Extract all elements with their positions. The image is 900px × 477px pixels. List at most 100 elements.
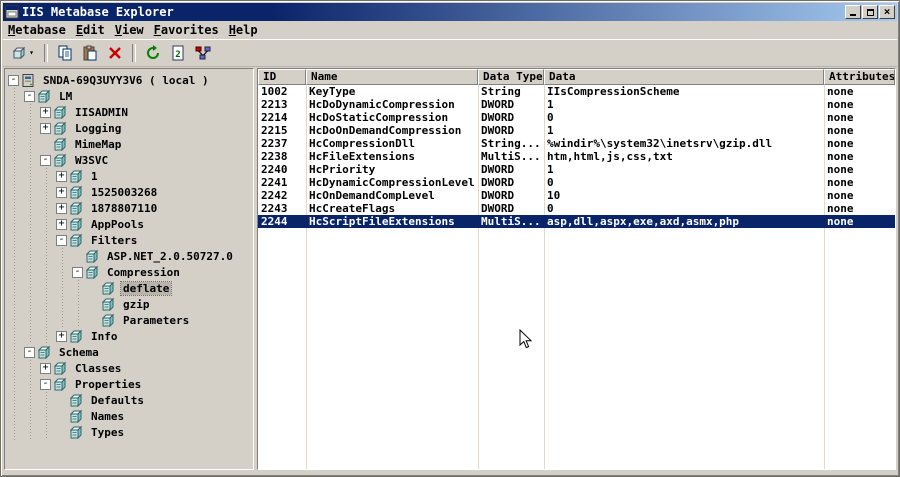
cell-data-type: String... <box>481 137 541 150</box>
expand-icon[interactable]: + <box>56 218 67 230</box>
metabase-property-row-2238[interactable]: 2238 HcFileExtensions MultiS... htm,html,js… <box>258 150 895 163</box>
menu-item-help[interactable]: Help <box>226 22 265 38</box>
collapse-icon[interactable]: - <box>40 154 51 166</box>
collapse-icon[interactable]: - <box>24 346 35 358</box>
metabase-property-row-2215[interactable]: 2215 HcDoOnDemandCompression DWORD 1 none <box>258 124 895 137</box>
collapse-icon[interactable]: - <box>56 234 67 246</box>
tree-node-apppools[interactable]: + AppPools <box>55 216 253 232</box>
metabase-property-row-2213[interactable]: 2213 HcDoDynamicCompression DWORD 1 none <box>258 98 895 111</box>
column-header-attributes[interactable]: Attributes <box>824 69 895 85</box>
dropdown-arrow-icon[interactable]: ▾ <box>29 48 34 57</box>
collapse-icon[interactable]: - <box>72 266 83 278</box>
cell-data-type: DWORD <box>481 111 515 124</box>
collapse-icon[interactable]: - <box>40 378 51 390</box>
delete-button[interactable] <box>103 42 127 64</box>
column-header-name[interactable]: Name <box>306 69 478 85</box>
collapse-icon[interactable]: - <box>24 90 35 102</box>
tree-node-label: Compression <box>107 265 180 279</box>
expand-icon[interactable]: + <box>56 330 67 342</box>
script-button[interactable]: 2 <box>166 42 190 64</box>
cell-data: asp,dll,aspx,exe,axd,asmx,php <box>547 215 740 228</box>
menu-item-metabase[interactable]: Metabase <box>5 22 73 38</box>
new-key-button[interactable]: ▾ <box>7 42 39 64</box>
tree-node-types[interactable]: Types <box>55 424 253 440</box>
network-button[interactable] <box>191 42 215 64</box>
tree-node-label: Logging <box>75 121 122 135</box>
list-panel: ID Name Data Type Data Attributes 1002 KeyTyp… <box>257 68 896 470</box>
tree-node-snda-69q3uyy3v6-local[interactable]: - SNDA-69Q3UYY3V6 ( local ) <box>7 72 253 88</box>
metabase-property-row-2240[interactable]: 2240 HcPriority DWORD 1 none <box>258 163 895 176</box>
tree-node-w3svc[interactable]: - W3SVC <box>39 152 253 168</box>
tree-node-info[interactable]: + Info <box>55 328 253 344</box>
cell-attributes: none <box>827 163 854 176</box>
window-controls: × <box>844 5 895 19</box>
list-body[interactable]: 1002 KeyType String IIsCompressionScheme non… <box>258 85 895 469</box>
tree-node-iisadmin[interactable]: + IISADMIN <box>39 104 253 120</box>
column-header-id[interactable]: ID <box>258 69 306 85</box>
cell-data: %windir%\system32\inetsrv\gzip.dll <box>547 137 773 150</box>
tree-node-filters[interactable]: - Filters <box>55 232 253 248</box>
svg-text:2: 2 <box>175 50 180 60</box>
new-key-icon <box>12 45 28 61</box>
metabase-property-row-2242[interactable]: 2242 HcOnDemandCompLevel DWORD 10 none <box>258 189 895 202</box>
metabase-property-row-2243[interactable]: 2243 HcCreateFlags DWORD 0 none <box>258 202 895 215</box>
tree-panel[interactable]: - SNDA-69Q3UYY3V6 ( local ) - LM + IISADMIN + L… <box>4 68 254 470</box>
column-header-data-type[interactable]: Data Type <box>478 69 544 85</box>
copy-button[interactable] <box>53 42 77 64</box>
app-window: IIS Metabase Explorer × Metabase Edit View… <box>0 0 900 477</box>
tree-node-schema[interactable]: - Schema <box>23 344 253 360</box>
cell-id: 2242 <box>261 189 288 202</box>
menu-item-edit[interactable]: Edit <box>73 22 112 38</box>
close-button[interactable]: × <box>879 5 895 19</box>
tree-node-gzip[interactable]: gzip <box>87 296 253 312</box>
tree-node-parameters[interactable]: Parameters <box>87 312 253 328</box>
expand-icon[interactable]: + <box>40 122 51 134</box>
tree-node-mimemap[interactable]: MimeMap <box>39 136 253 152</box>
expand-icon[interactable]: + <box>40 106 51 118</box>
tree-node-label: IISADMIN <box>75 105 128 119</box>
cell-data-type: DWORD <box>481 124 515 137</box>
maximize-button[interactable] <box>862 5 878 19</box>
metabase-property-row-2241[interactable]: 2241 HcDynamicCompressionLevel DWORD 0 none <box>258 176 895 189</box>
refresh-button[interactable] <box>141 42 165 64</box>
metabase-property-row-2244[interactable]: 2244 HcScriptFileExtensions MultiS... asp,d… <box>258 215 895 228</box>
tree-children: + IISADMIN + Logging MimeMap - W3SVC +1 +1525003… <box>23 104 253 344</box>
tree-node-deflate[interactable]: deflate <box>87 280 253 296</box>
menu-item-favorites[interactable]: Favorites <box>151 22 226 38</box>
cell-data: 0 <box>547 202 554 215</box>
paste-button[interactable] <box>78 42 102 64</box>
metabase-property-row-2237[interactable]: 2237 HcCompressionDll String... %windir%\sy… <box>258 137 895 150</box>
cell-attributes: none <box>827 202 854 215</box>
expand-icon[interactable]: + <box>56 186 67 198</box>
cell-attributes: none <box>827 85 854 98</box>
metabase-key-icon <box>54 137 70 151</box>
tree-node-label: AppPools <box>91 217 144 231</box>
metabase-property-row-1002[interactable]: 1002 KeyType String IIsCompressionScheme non… <box>258 85 895 98</box>
cell-id: 2215 <box>261 124 288 137</box>
expand-icon[interactable]: + <box>56 170 67 182</box>
tree-node-1525003268[interactable]: +1525003268 <box>55 184 253 200</box>
cell-data-type: DWORD <box>481 163 515 176</box>
minimize-button[interactable] <box>845 5 861 19</box>
tree-node-compression[interactable]: - Compression <box>71 264 253 280</box>
tree-node-classes[interactable]: + Classes <box>39 360 253 376</box>
expand-icon[interactable]: + <box>56 202 67 214</box>
tree-node-names[interactable]: Names <box>55 408 253 424</box>
tree-node-defaults[interactable]: Defaults <box>55 392 253 408</box>
tree-children: ASP.NET_2.0.50727.0 - Compression deflate gz… <box>55 248 253 328</box>
metabase-property-row-2214[interactable]: 2214 HcDoStaticCompression DWORD 0 none <box>258 111 895 124</box>
cell-data: 1 <box>547 163 554 176</box>
title-bar[interactable]: IIS Metabase Explorer × <box>3 3 897 21</box>
cell-data: 0 <box>547 111 554 124</box>
expand-icon[interactable]: + <box>40 362 51 374</box>
menu-item-view[interactable]: View <box>112 22 151 38</box>
tree-node-properties[interactable]: - Properties <box>39 376 253 392</box>
tree-node-asp-net-2-0-50727-0[interactable]: ASP.NET_2.0.50727.0 <box>71 248 253 264</box>
tree-node-lm[interactable]: - LM <box>23 88 253 104</box>
column-header-data[interactable]: Data <box>544 69 824 85</box>
paste-icon <box>82 45 98 61</box>
collapse-icon[interactable]: - <box>8 74 19 86</box>
tree-node-logging[interactable]: + Logging <box>39 120 253 136</box>
tree-node-1[interactable]: +1 <box>55 168 253 184</box>
tree-node-1878807110[interactable]: +1878807110 <box>55 200 253 216</box>
